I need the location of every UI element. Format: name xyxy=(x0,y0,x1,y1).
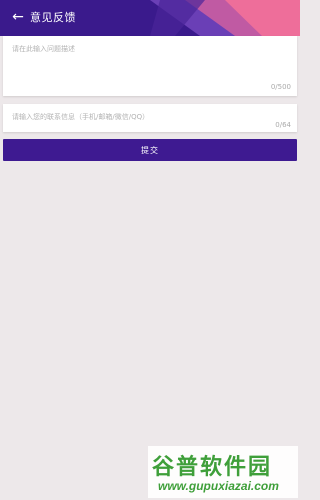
contact-char-counter: 0/64 xyxy=(275,121,291,129)
description-textarea[interactable]: 请在此输入问题描述 0/500 xyxy=(3,36,297,96)
app-header: ← 意见反馈 xyxy=(0,0,300,36)
contact-placeholder: 请输入您的联系信息（手机/邮箱/微信/QQ） xyxy=(12,113,150,121)
arrow-left-icon: ← xyxy=(12,9,24,25)
description-char-counter: 0/500 xyxy=(270,83,291,91)
submit-button[interactable]: 提交 xyxy=(3,139,297,161)
back-button[interactable]: ← xyxy=(8,7,28,27)
watermark-url: www.gupuxiazai.com xyxy=(158,479,279,493)
page-title: 意见反馈 xyxy=(30,11,76,24)
watermark-brand: 谷普软件园 xyxy=(152,455,273,480)
description-placeholder: 请在此输入问题描述 xyxy=(12,45,75,53)
contact-input[interactable]: 请输入您的联系信息（手机/邮箱/微信/QQ） 0/64 xyxy=(3,104,297,132)
site-watermark: 谷普软件园 www.gupuxiazai.com xyxy=(148,446,298,498)
